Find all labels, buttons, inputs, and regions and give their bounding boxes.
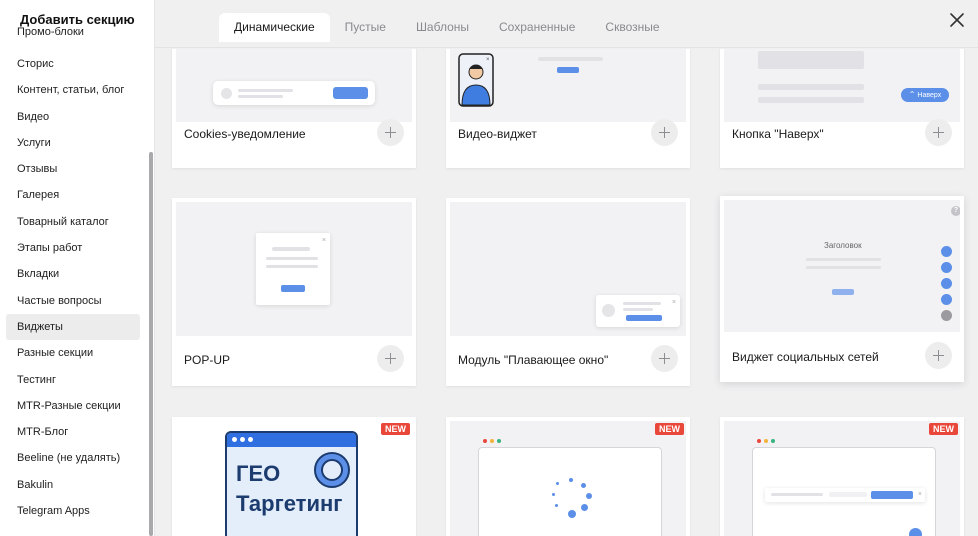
card-label: POP-UP	[184, 353, 231, 367]
sidebar-item-reviews[interactable]: Отзывы	[6, 156, 140, 182]
close-social-icon	[941, 310, 952, 321]
phone-icon	[909, 528, 922, 536]
card-loader[interactable]: NEW	[446, 417, 690, 536]
tab-templates[interactable]: Шаблоны	[401, 13, 484, 42]
video-widget-preview: ×	[450, 49, 686, 122]
gear-icon	[314, 452, 350, 488]
vk-icon	[941, 294, 952, 305]
add-cookies-button[interactable]	[377, 119, 404, 146]
card-label: Cookies-уведомление	[184, 127, 306, 141]
card-label: Видео-виджет	[458, 127, 537, 141]
sidebar-item-services[interactable]: Услуги	[6, 130, 140, 156]
sidebar-scrollbar[interactable]	[149, 152, 153, 536]
geo-targeting-preview: ГЕО Таргетинг	[225, 431, 358, 536]
sidebar-item-bakulin[interactable]: Bakulin	[6, 472, 140, 498]
new-badge: NEW	[381, 423, 410, 435]
sidebar-item-mtr-misc[interactable]: MTR-Разные секции	[6, 393, 140, 419]
add-up-button-button[interactable]	[925, 119, 952, 146]
sidebar: Добавить секцию Промо-блоки Сторис Конте…	[0, 0, 155, 536]
section-grid: Cookies-уведомление × Видео-виджет ⌃ Нав…	[155, 49, 978, 536]
sidebar-list: Промо-блоки Сторис Контент, статьи, блог…	[6, 25, 140, 524]
sidebar-item-stories[interactable]: Сторис	[6, 51, 140, 77]
sidebar-item-telegram[interactable]: Telegram Apps	[6, 498, 140, 524]
new-badge: NEW	[929, 423, 958, 435]
card-label: Модуль "Плавающее окно"	[458, 353, 609, 367]
sidebar-item-beeline[interactable]: Beeline (не удалять)	[6, 445, 140, 471]
up-button-preview: ⌃ Наверх	[724, 49, 960, 122]
new-badge: NEW	[655, 423, 684, 435]
add-video-widget-button[interactable]	[651, 119, 678, 146]
up-button-sample: ⌃ Наверх	[901, 88, 949, 102]
geo-text-line2: Таргетинг	[236, 491, 343, 516]
add-floating-window-button[interactable]	[651, 345, 678, 372]
cookies-preview	[176, 49, 412, 122]
sidebar-item-catalog[interactable]: Товарный каталог	[6, 209, 140, 235]
card-up-button[interactable]: ⌃ Наверх Кнопка "Наверх"	[720, 49, 964, 168]
sidebar-item-misc[interactable]: Разные секции	[6, 340, 140, 366]
sidebar-item-testing[interactable]: Тестинг	[6, 367, 140, 393]
card-label: Кнопка "Наверх"	[732, 127, 824, 141]
sidebar-item-content[interactable]: Контент, статьи, блог	[6, 77, 140, 103]
close-icon[interactable]	[948, 11, 966, 29]
geo-text-line1: ГЕО	[236, 461, 281, 486]
person-video-icon: ×	[458, 53, 494, 107]
add-popup-button[interactable]	[377, 345, 404, 372]
social-icon	[941, 246, 952, 257]
loader-preview	[450, 421, 686, 536]
sidebar-item-mtr-blog[interactable]: MTR-Блог	[6, 419, 140, 445]
sidebar-item-promo[interactable]: Промо-блоки	[6, 25, 140, 51]
social-preview-heading: Заголовок	[824, 241, 862, 250]
tab-saved[interactable]: Сохраненные	[484, 13, 590, 42]
card-geo-targeting[interactable]: NEW ГЕО Таргетинг	[172, 417, 416, 536]
add-social-widget-button[interactable]	[925, 342, 952, 369]
sidebar-item-faq[interactable]: Частые вопросы	[6, 288, 140, 314]
help-icon: ?	[951, 206, 960, 216]
tab-dynamic[interactable]: Динамические	[219, 13, 330, 42]
top-bar: Динамические Пустые Шаблоны Сохраненные …	[155, 0, 978, 48]
tab-empty[interactable]: Пустые	[330, 13, 401, 42]
tab-bar: Динамические Пустые Шаблоны Сохраненные …	[219, 13, 675, 42]
sidebar-item-video[interactable]: Видео	[6, 104, 140, 130]
sidebar-item-widgets[interactable]: Виджеты	[6, 313, 140, 341]
card-popup[interactable]: × POP-UP	[172, 198, 416, 386]
whatsapp-icon	[941, 262, 952, 273]
card-video-widget[interactable]: × Видео-виджет	[446, 49, 690, 168]
card-callback-form[interactable]: NEW ×	[720, 417, 964, 536]
social-widget-preview: ? Заголовок	[724, 200, 960, 332]
sidebar-item-gallery[interactable]: Галерея	[6, 182, 140, 208]
sidebar-item-stages[interactable]: Этапы работ	[6, 235, 140, 261]
card-floating-window[interactable]: × Модуль "Плавающее окно"	[446, 198, 690, 386]
telegram-icon	[941, 278, 952, 289]
card-social-widget[interactable]: ? Заголовок Виджет социальных сетей	[720, 196, 964, 382]
popup-preview: ×	[176, 202, 412, 336]
tab-global[interactable]: Сквозные	[590, 13, 674, 42]
floating-window-preview: ×	[450, 202, 686, 336]
card-label: Виджет социальных сетей	[732, 350, 879, 364]
card-cookies[interactable]: Cookies-уведомление	[172, 49, 416, 168]
sidebar-item-tabs[interactable]: Вкладки	[6, 261, 140, 287]
sidebar-item-label: Промо-блоки	[17, 26, 84, 38]
callback-form-preview: ×	[724, 421, 960, 536]
svg-text:×: ×	[486, 57, 490, 63]
